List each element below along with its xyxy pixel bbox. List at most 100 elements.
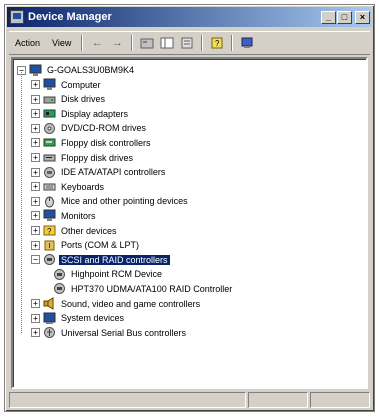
tree-node-label: Sound, video and game controllers	[61, 298, 201, 309]
tree-node[interactable]: + Disk drives	[31, 92, 107, 106]
expand-toggle[interactable]: +	[31, 80, 40, 89]
status-cell-main	[9, 392, 246, 408]
tree-node-label: Other devices	[61, 225, 117, 236]
expand-toggle[interactable]: +	[31, 94, 40, 104]
status-cell-extra	[248, 392, 308, 408]
tree-node-label: Universal Serial Bus controllers	[61, 327, 187, 338]
scsi-device-icon	[53, 282, 66, 295]
sound-icon	[43, 297, 56, 310]
device-manager-window: Device Manager _ □ × Action View ← → ? −…	[4, 4, 375, 412]
tree-node[interactable]: + Computer	[31, 78, 103, 92]
unknown-device-icon: ?	[43, 224, 56, 237]
floppy-drive-icon	[43, 151, 56, 164]
computer-icon	[43, 78, 56, 91]
tree-node[interactable]: + DVD/CD-ROM drives	[31, 121, 148, 135]
device-manager-icon	[10, 10, 24, 24]
tree-node-label: DVD/CD-ROM drives	[61, 123, 147, 134]
tree-node[interactable]: + Ports (COM & LPT)	[31, 238, 141, 252]
title-bar[interactable]: Device Manager _ □ ×	[7, 7, 372, 27]
collapse-toggle[interactable]: −	[31, 255, 40, 265]
expand-toggle[interactable]: +	[31, 109, 40, 119]
maximize-button[interactable]: □	[337, 10, 352, 24]
svg-text:?: ?	[47, 227, 52, 236]
action-menu[interactable]: Action	[9, 36, 46, 50]
tree-node-label: IDE ATA/ATAPI controllers	[61, 167, 166, 178]
expand-toggle[interactable]: +	[31, 182, 40, 192]
status-cell-extra	[310, 392, 370, 408]
mouse-icon	[43, 195, 56, 208]
toolbar-separator	[231, 35, 234, 51]
computer-icon	[29, 64, 42, 77]
toolbar-separator	[131, 35, 134, 51]
tree-node[interactable]: + System devices	[31, 311, 126, 325]
back-arrow-icon[interactable]: ←	[89, 35, 105, 51]
expand-toggle[interactable]: +	[31, 153, 40, 162]
show-hide-tree-icon[interactable]	[159, 35, 175, 51]
device-tree[interactable]: − G-GOALS3U0BM9K4 + Computer + Disk drives +…	[11, 57, 368, 389]
expand-toggle[interactable]: +	[31, 138, 40, 148]
tree-connector-line	[21, 72, 22, 333]
ide-controller-icon	[43, 166, 56, 179]
expand-toggle[interactable]: +	[31, 313, 40, 323]
tree-node[interactable]: + Universal Serial Bus controllers	[31, 326, 188, 340]
view-menu[interactable]: View	[46, 36, 77, 50]
window-title: Device Manager	[28, 11, 112, 23]
keyboard-icon	[43, 180, 56, 193]
svg-text:?: ?	[215, 39, 220, 48]
tree-node[interactable]: + IDE ATA/ATAPI controllers	[31, 165, 167, 179]
tree-node-label: Floppy disk controllers	[61, 137, 151, 148]
expand-toggle[interactable]: +	[31, 226, 40, 235]
forward-arrow-icon[interactable]: →	[109, 35, 125, 51]
display-adapter-icon	[43, 107, 56, 120]
tree-node[interactable]: + Keyboards	[31, 180, 106, 194]
usb-icon	[43, 326, 56, 339]
tree-node-label: Mice and other pointing devices	[61, 196, 188, 207]
tree-child-label: HPT370 UDMA/ATA100 RAID Controller	[71, 283, 233, 294]
help-icon[interactable]: ?	[209, 35, 225, 51]
minimize-button[interactable]: _	[321, 10, 336, 24]
expand-toggle[interactable]: +	[31, 211, 40, 221]
up-level-icon[interactable]	[139, 35, 155, 51]
tree-node-label: Computer	[61, 79, 101, 90]
cdrom-icon	[43, 122, 56, 135]
scsi-device-icon	[53, 268, 66, 281]
tree-node[interactable]: + Display adapters	[31, 107, 130, 121]
properties-icon[interactable]	[179, 35, 195, 51]
tree-node-label: System devices	[61, 313, 125, 324]
close-button[interactable]: ×	[355, 10, 370, 24]
toolbar: Action View ← → ?	[9, 31, 370, 55]
expand-toggle[interactable]: +	[31, 299, 40, 308]
expand-toggle[interactable]: +	[31, 123, 40, 133]
tree-node-label: Disk drives	[61, 94, 106, 105]
status-bar	[9, 392, 370, 408]
tree-node[interactable]: +? Other devices	[31, 224, 119, 238]
tree-node-label: Monitors	[61, 210, 96, 221]
expand-toggle[interactable]: +	[31, 167, 40, 177]
tree-node[interactable]: + Monitors	[31, 209, 98, 223]
monitor-icon	[43, 209, 56, 222]
tree-root[interactable]: − G-GOALS3U0BM9K4	[17, 63, 136, 77]
floppy-controller-icon	[43, 136, 56, 149]
toolbar-separator	[201, 35, 204, 51]
tree-node[interactable]: − SCSI and RAID controllers	[31, 253, 171, 267]
tree-node-label: Ports (COM & LPT)	[61, 240, 140, 251]
tree-node[interactable]: + Floppy disk drives	[31, 151, 135, 165]
expand-toggle[interactable]: +	[31, 240, 40, 250]
expand-toggle[interactable]: +	[31, 328, 40, 338]
scsi-controller-icon	[43, 253, 56, 266]
toolbar-separator	[81, 35, 84, 51]
tree-node[interactable]: + Floppy disk controllers	[31, 136, 153, 150]
tree-node-label: Display adapters	[61, 108, 129, 119]
disk-drive-icon	[43, 93, 56, 106]
port-icon	[43, 239, 56, 252]
tree-child-node[interactable]: Highpoint RCM Device	[53, 267, 164, 281]
system-device-icon	[43, 312, 56, 325]
tree-node[interactable]: + Mice and other pointing devices	[31, 194, 190, 208]
tree-child-node[interactable]: HPT370 UDMA/ATA100 RAID Controller	[53, 282, 234, 296]
tree-node-label: Floppy disk drives	[61, 152, 134, 163]
scan-hardware-icon[interactable]	[239, 35, 255, 51]
tree-node-label: SCSI and RAID controllers	[58, 253, 171, 266]
tree-node-label: Keyboards	[61, 181, 105, 192]
tree-node[interactable]: + Sound, video and game controllers	[31, 297, 202, 311]
expand-toggle[interactable]: +	[31, 196, 40, 206]
